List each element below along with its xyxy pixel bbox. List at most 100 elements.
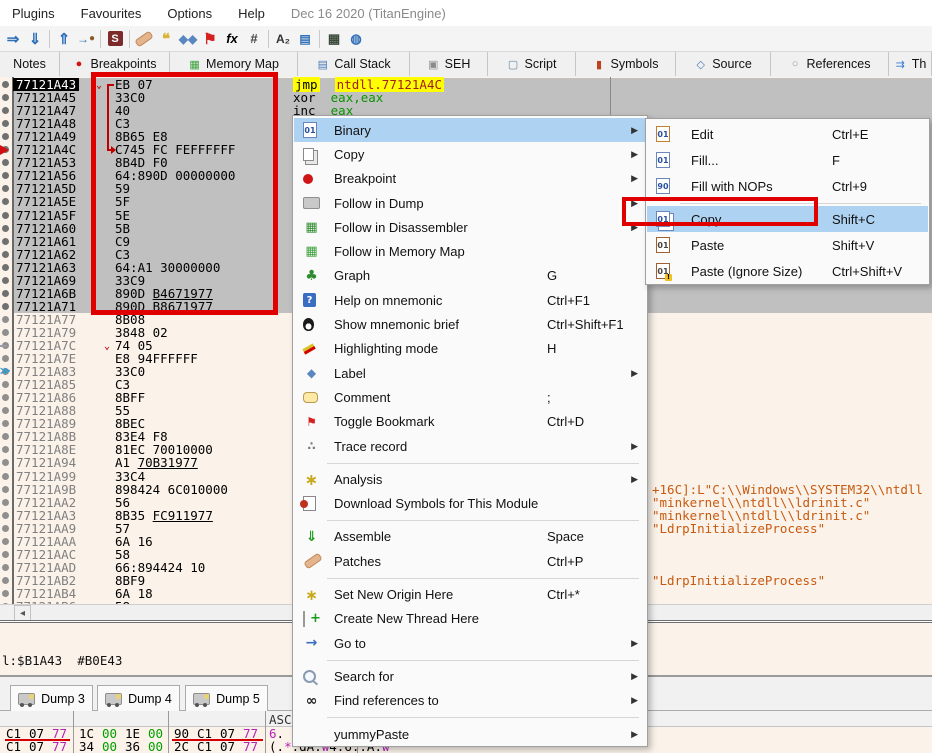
bookmarks-icon[interactable]: ⚑ [199, 28, 221, 50]
menu-item-breakpoint[interactable]: Breakpoint ▶ [294, 167, 646, 191]
menu-item-paste[interactable]: 01 Paste Shift+V [647, 232, 928, 258]
menu-item-fill-[interactable]: 01 Fill... F [647, 147, 928, 173]
tab-dump-4[interactable]: Dump 4 [97, 685, 180, 711]
breakpoint-dot[interactable] [2, 498, 9, 506]
breakpoint-dot[interactable] [2, 589, 9, 597]
breakpoint-dot[interactable] [2, 511, 9, 519]
breakpoint-dot[interactable] [2, 302, 9, 310]
breakpoint-dot[interactable] [2, 133, 9, 141]
breakpoint-dot[interactable] [2, 433, 9, 441]
tab-th[interactable]: ⇉ Th [889, 52, 932, 76]
breakpoint-dot[interactable] [2, 381, 9, 389]
tab-references[interactable]: ○ References [771, 52, 889, 76]
menu-favourites[interactable]: Favourites [81, 6, 142, 21]
menu-help[interactable]: Help [238, 6, 265, 21]
menu-item-search-for[interactable]: Search for ▶ [294, 664, 646, 688]
run-icon[interactable]: ⇒ [2, 28, 24, 50]
menu-item-label[interactable]: ◆ Label ▶ [294, 361, 646, 385]
tab-memory-map[interactable]: ▦ Memory Map [170, 52, 298, 76]
calculator-icon[interactable]: ▦ [323, 28, 345, 50]
menu-item-comment[interactable]: Comment; [294, 385, 646, 409]
menu-item-yummypaste[interactable]: yummyPaste ▶ [294, 722, 646, 746]
disasm-row[interactable]: 77121A45 33C0 [0, 91, 932, 104]
breakpoint-dot[interactable] [2, 237, 9, 245]
menu-item-create-new-thread-here[interactable]: + Create New Thread Here [294, 607, 646, 631]
breakpoint-dot[interactable] [2, 576, 9, 584]
menu-item-binary[interactable]: 01 Binary ▶ [294, 118, 646, 143]
menu-item-show-mnemonic-brief[interactable]: Show mnemonic brief Ctrl+Shift+F1 [294, 312, 646, 336]
tab-source[interactable]: ◇ Source [676, 52, 771, 76]
breakpoint-dot[interactable] [2, 224, 9, 232]
tab-call-stack[interactable]: ▤ Call Stack [298, 52, 410, 76]
breakpoint-dot[interactable] [2, 172, 9, 180]
breakpoint-dot[interactable] [2, 563, 9, 571]
breakpoint-dot[interactable] [2, 120, 9, 128]
scroll-left-button[interactable]: ◂ [14, 605, 31, 621]
menu-item-toggle-bookmark[interactable]: ⚑ Toggle Bookmark Ctrl+D [294, 410, 646, 434]
menu-item-highlighting-mode[interactable]: Highlighting mode H [294, 337, 646, 361]
tab-script[interactable]: ▢ Script [488, 52, 576, 76]
menu-item-assemble[interactable]: ⇓ Assemble Space [294, 525, 646, 549]
breakpoint-dot[interactable] [2, 485, 9, 493]
breakpoint-dot[interactable] [2, 407, 9, 415]
breakpoint-dot[interactable] [2, 159, 9, 167]
breakpoint-dot[interactable] [2, 355, 9, 363]
labels-icon[interactable]: ◆◆ [177, 28, 199, 50]
breakpoint-dot[interactable] [2, 276, 9, 284]
menu-item-trace-record[interactable]: ∴ Trace record ▶ [294, 434, 646, 458]
breakpoint-dot[interactable] [2, 472, 9, 480]
breakpoint-dot[interactable] [2, 263, 9, 271]
linked-address[interactable]: FC911977 [153, 508, 213, 523]
menu-item-follow-in-memory-map[interactable]: ▦ Follow in Memory Map [294, 240, 646, 264]
menu-item-copy[interactable]: 01 Copy Shift+C [647, 206, 928, 232]
breakpoint-dot[interactable] [2, 459, 9, 467]
tab-symbols[interactable]: ▮ Symbols [576, 52, 676, 76]
globe-icon[interactable]: ◍ [345, 28, 367, 50]
breakpoint-dot[interactable] [2, 81, 9, 88]
log-icon[interactable]: ▤ [294, 28, 316, 50]
tab-breakpoints[interactable]: ● Breakpoints [60, 52, 170, 76]
menu-options[interactable]: Options [167, 6, 212, 21]
tab-notes[interactable]: Notes [0, 52, 60, 76]
breakpoint-dot[interactable] [2, 420, 9, 428]
linked-address[interactable]: B8671977 [153, 299, 213, 314]
pause-icon[interactable]: ⇓ [24, 28, 46, 50]
menu-item-set-new-origin-here[interactable]: ∗ Set New Origin Here Ctrl+* [294, 582, 646, 606]
hash-icon[interactable]: # [243, 28, 265, 50]
menu-item-follow-in-dump[interactable]: Follow in Dump ▶ [294, 191, 646, 215]
restart-icon[interactable]: ⇑ [53, 28, 75, 50]
breakpoint-dot[interactable] [2, 315, 9, 323]
menu-item-help-on-mnemonic[interactable]: ? Help on mnemonic Ctrl+F1 [294, 288, 646, 312]
patches-icon[interactable] [133, 28, 155, 50]
menu-item-copy[interactable]: Copy ▶ [294, 142, 646, 166]
menu-item-download-symbols-for-this-module[interactable]: Download Symbols for This Module [294, 492, 646, 516]
breakpoint-dot[interactable] [2, 250, 9, 258]
menu-item-go-to[interactable]: → Go to ▶ [294, 631, 646, 655]
breakpoint-dot[interactable] [2, 550, 9, 558]
breakpoint-dot[interactable] [2, 185, 9, 193]
menu-item-follow-in-disassembler[interactable]: ▦ Follow in Disassembler ▶ [294, 215, 646, 239]
tab-dump-3[interactable]: Dump 3 [10, 685, 93, 711]
breakpoint-dot[interactable] [2, 107, 9, 115]
breakpoint-dot[interactable] [2, 211, 9, 219]
functions-icon[interactable]: fx [221, 28, 243, 50]
tab-seh[interactable]: ▣ SEH [410, 52, 488, 76]
run-to-user-icon[interactable]: → ● [75, 28, 97, 50]
breakpoint-dot[interactable] [2, 198, 9, 206]
breakpoint-dot[interactable] [2, 394, 9, 402]
breakpoint-dot[interactable] [2, 537, 9, 545]
menu-item-graph[interactable]: ♣ Graph G [294, 264, 646, 288]
menu-item-edit[interactable]: 01 Edit Ctrl+E [647, 121, 928, 147]
breakpoint-dot[interactable] [2, 524, 9, 532]
comments-icon[interactable]: ❝ [155, 28, 177, 50]
appearance-icon[interactable]: A₂ [272, 28, 294, 50]
menu-item-analysis[interactable]: ∗ Analysis ▶ [294, 467, 646, 491]
breakpoint-dot[interactable] [2, 328, 9, 336]
menu-item-patches[interactable]: Patches Ctrl+P [294, 549, 646, 573]
script-icon[interactable]: S [104, 28, 126, 50]
breakpoint-dot[interactable] [2, 94, 9, 102]
breakpoint-dot[interactable] [2, 446, 9, 454]
breakpoint-dot[interactable] [2, 289, 9, 297]
menu-item-fill-with-nops[interactable]: 90 Fill with NOPs Ctrl+9 [647, 173, 928, 199]
menu-item-paste-ignore-size-[interactable]: 01 Paste (Ignore Size) Ctrl+Shift+V [647, 258, 928, 284]
